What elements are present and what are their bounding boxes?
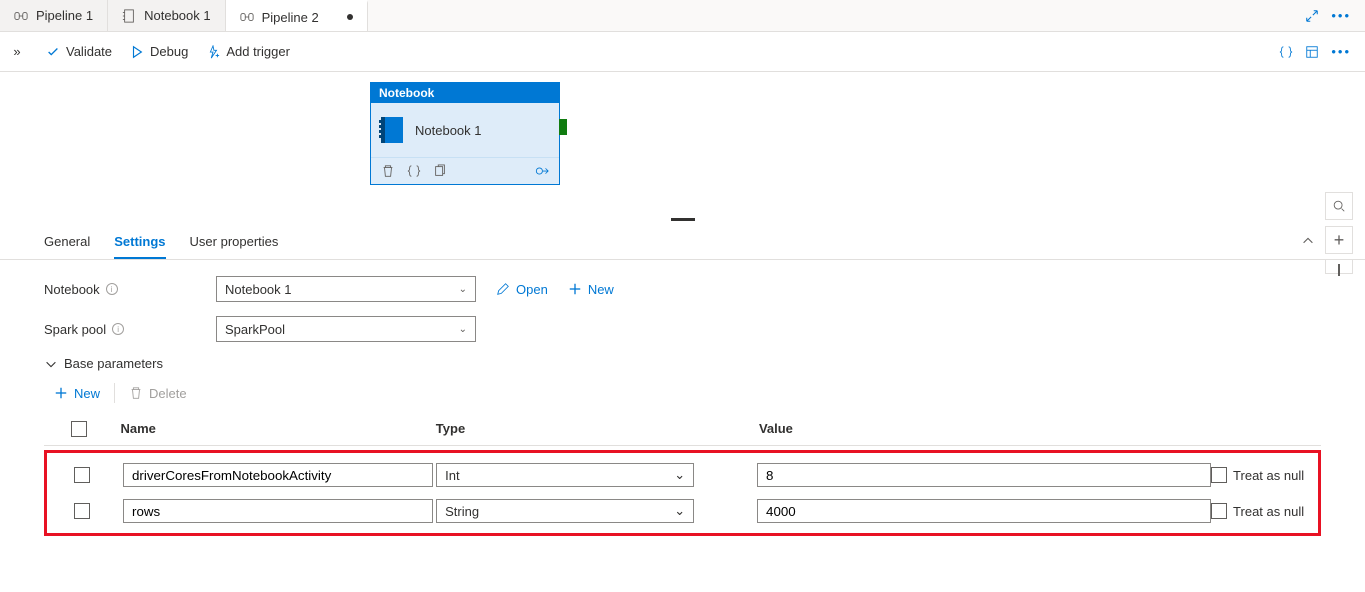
zoom-bar[interactable] <box>1325 260 1353 274</box>
chevron-down-icon: ⌄ <box>459 324 467 335</box>
tab-general[interactable]: General <box>44 234 90 259</box>
parameters-table: Name Type Value Int⌄ Treat as null Strin… <box>44 413 1321 536</box>
edit-icon <box>496 282 510 296</box>
activity-title: Notebook 1 <box>415 123 482 138</box>
tab-label: Pipeline 2 <box>262 10 319 25</box>
collapse-sidebar-icon[interactable]: » <box>0 44 34 59</box>
info-icon[interactable]: i <box>112 323 124 335</box>
more-icon[interactable]: ••• <box>1331 44 1351 59</box>
notebook-icon <box>381 117 403 143</box>
properties-icon[interactable] <box>1305 45 1319 59</box>
copy-icon[interactable] <box>433 164 447 178</box>
search-icon <box>1332 199 1346 213</box>
plus-icon <box>54 386 68 400</box>
open-button[interactable]: Open <box>496 282 548 297</box>
tab-label: Notebook 1 <box>144 8 211 23</box>
select-all-checkbox[interactable] <box>71 421 87 437</box>
col-header-type: Type <box>436 421 759 437</box>
chevron-down-icon: ⌄ <box>674 467 685 483</box>
tab-settings[interactable]: Settings <box>114 234 165 259</box>
editor-tabs: Pipeline 1 Notebook 1 Pipeline 2 ••• <box>0 0 1365 32</box>
check-icon <box>46 45 60 59</box>
col-header-name: Name <box>115 421 436 437</box>
treat-null-checkbox[interactable] <box>1211 467 1227 483</box>
trash-icon <box>129 386 143 400</box>
tab-label: Pipeline 1 <box>36 8 93 23</box>
chevron-down-icon <box>44 357 58 371</box>
row-checkbox[interactable] <box>74 503 90 519</box>
notebook-label: Notebook i <box>44 282 216 297</box>
toolbar: » Validate Debug Add trigger ••• <box>0 32 1365 72</box>
col-header-value: Value <box>759 421 1213 437</box>
highlighted-rows: Int⌄ Treat as null String⌄ Treat as null <box>44 450 1321 536</box>
zoom-in-button[interactable]: + <box>1325 226 1353 254</box>
notebook-icon <box>122 9 136 23</box>
braces-icon[interactable] <box>407 164 421 178</box>
debug-button[interactable]: Debug <box>130 44 188 59</box>
param-type-select[interactable]: Int⌄ <box>436 463 694 487</box>
chevron-down-icon: ⌄ <box>459 284 467 295</box>
delete-parameter-button[interactable]: Delete <box>129 386 187 401</box>
param-value-input[interactable] <box>757 499 1211 523</box>
add-trigger-button[interactable]: Add trigger <box>206 44 290 59</box>
table-row: String⌄ Treat as null <box>47 493 1318 529</box>
trigger-icon <box>206 45 220 59</box>
pipeline-canvas[interactable]: Notebook Notebook 1 + <box>0 72 1365 220</box>
trash-icon[interactable] <box>381 164 395 178</box>
unsaved-dot-icon <box>347 14 353 20</box>
pipeline-icon <box>240 10 254 24</box>
row-checkbox[interactable] <box>74 467 90 483</box>
braces-icon[interactable] <box>1279 45 1293 59</box>
play-icon <box>130 45 144 59</box>
treat-null-checkbox[interactable] <box>1211 503 1227 519</box>
spark-pool-label: Spark pool i <box>44 322 216 337</box>
tab-pipeline2[interactable]: Pipeline 2 <box>226 0 368 31</box>
table-row: Int⌄ Treat as null <box>47 457 1318 493</box>
arrow-right-circle-icon[interactable] <box>535 164 549 178</box>
tab-user-properties[interactable]: User properties <box>190 234 279 259</box>
validate-button[interactable]: Validate <box>46 44 112 59</box>
success-connector[interactable] <box>559 119 567 135</box>
expand-icon[interactable] <box>1305 9 1319 23</box>
settings-panel: Notebook i Notebook 1 ⌄ Open New Spark p… <box>0 260 1365 552</box>
new-parameter-button[interactable]: New <box>54 386 100 401</box>
tab-notebook1[interactable]: Notebook 1 <box>108 0 226 31</box>
pipeline-icon <box>14 9 28 23</box>
activity-notebook[interactable]: Notebook Notebook 1 <box>370 82 560 185</box>
new-button[interactable]: New <box>568 282 614 297</box>
tab-pipeline1[interactable]: Pipeline 1 <box>0 0 108 31</box>
spark-pool-select[interactable]: SparkPool ⌄ <box>216 316 476 342</box>
info-icon[interactable]: i <box>106 283 118 295</box>
panel-tabs: General Settings User properties <box>0 224 1365 260</box>
more-icon[interactable]: ••• <box>1331 8 1351 23</box>
chevron-down-icon: ⌄ <box>674 503 685 519</box>
search-button[interactable] <box>1325 192 1353 220</box>
plus-icon <box>568 282 582 296</box>
param-type-select[interactable]: String⌄ <box>436 499 694 523</box>
param-name-input[interactable] <box>123 463 433 487</box>
activity-header: Notebook <box>371 83 559 103</box>
param-value-input[interactable] <box>757 463 1211 487</box>
param-name-input[interactable] <box>123 499 433 523</box>
base-parameters-toggle[interactable]: Base parameters <box>44 356 1321 371</box>
notebook-select[interactable]: Notebook 1 ⌄ <box>216 276 476 302</box>
chevron-up-icon[interactable] <box>1301 234 1321 259</box>
